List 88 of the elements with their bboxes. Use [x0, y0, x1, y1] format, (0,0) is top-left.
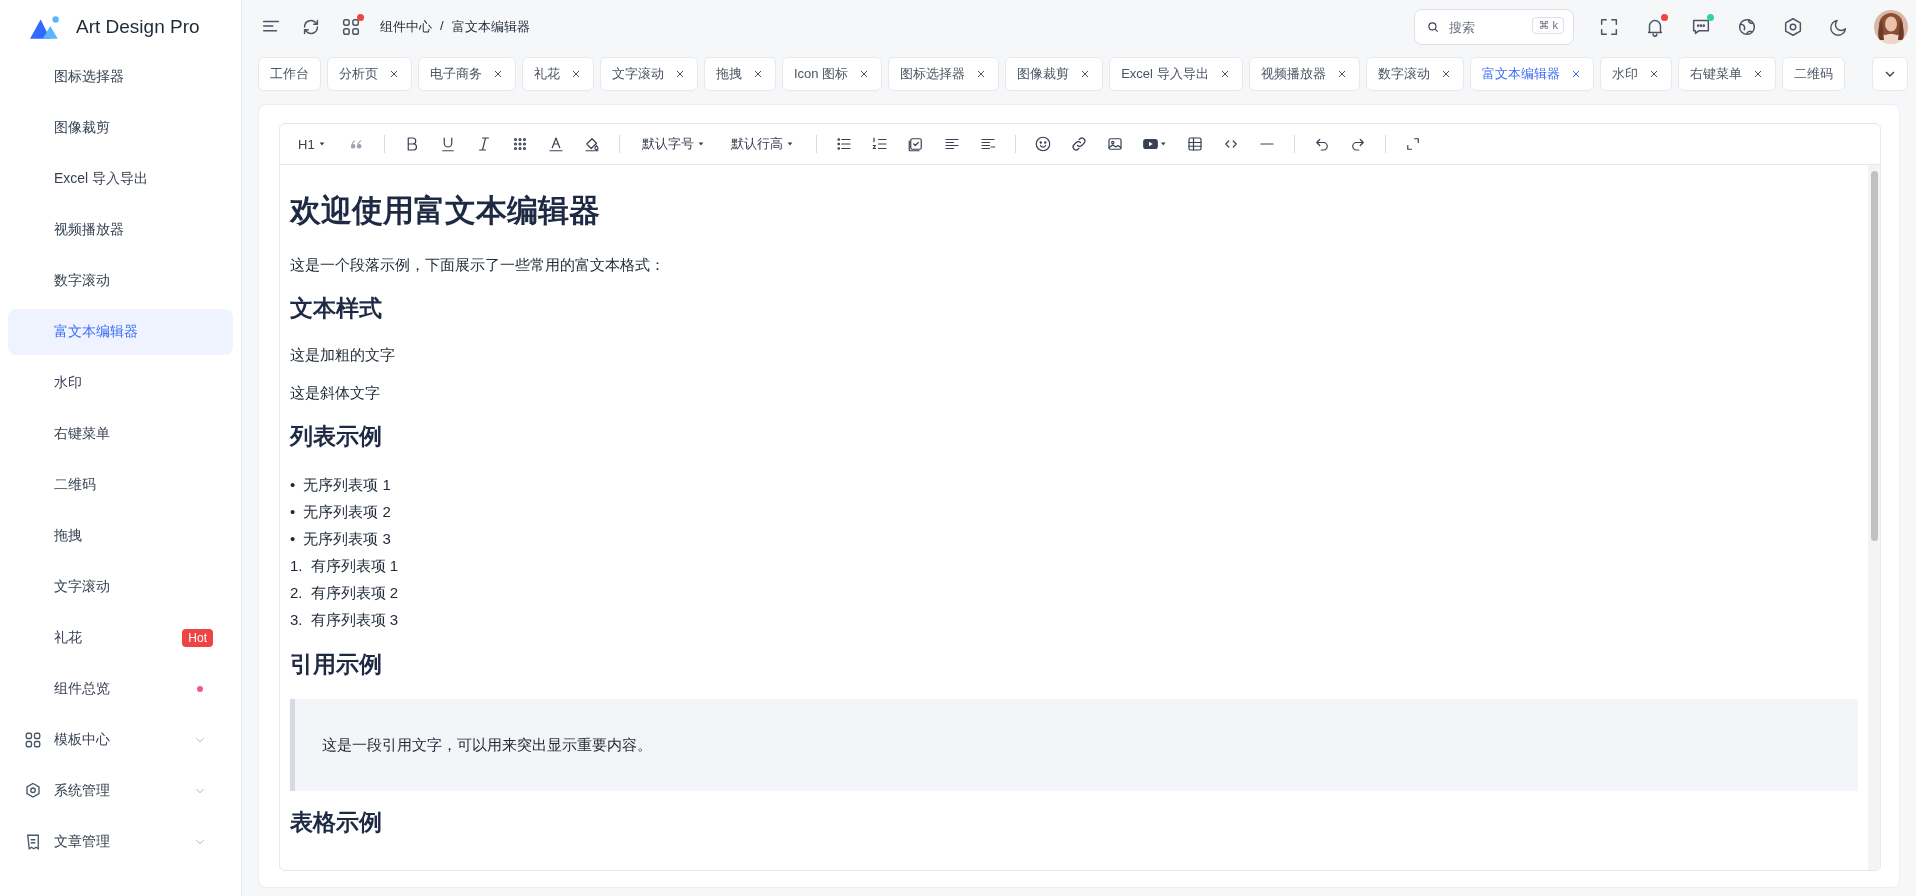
- close-icon[interactable]: [752, 68, 764, 80]
- list-item: 无序列表项 2: [303, 502, 391, 522]
- image-icon[interactable]: [1105, 135, 1124, 153]
- heading: 欢迎使用富文本编辑器: [290, 192, 601, 230]
- close-icon[interactable]: [388, 68, 400, 80]
- checklist-icon[interactable]: [906, 135, 925, 153]
- caret-icon: [696, 140, 705, 148]
- close-icon[interactable]: [492, 68, 504, 80]
- caret-icon: [785, 140, 794, 148]
- breadcrumb-separator: /: [440, 18, 444, 35]
- shortcut-key: ⌘ k: [1532, 17, 1564, 34]
- tab[interactable]: 礼花: [522, 57, 594, 91]
- list-item: 有序列表项 3: [310, 610, 399, 630]
- sidebar-item[interactable]: 礼花 Hot: [8, 615, 233, 661]
- tab[interactable]: Excel 导入导出: [1109, 57, 1243, 91]
- list-item: 有序列表项 1: [310, 556, 399, 576]
- link-icon[interactable]: [1069, 135, 1088, 153]
- heading: 引用示例: [290, 650, 383, 679]
- paragraph: 这是加粗的文字: [290, 345, 396, 365]
- sidebar-item[interactable]: 图像裁剪: [8, 105, 233, 151]
- sidebar-item[interactable]: 文字滚动: [8, 564, 233, 610]
- list-marker: 2.: [290, 583, 303, 603]
- scrollbar-thumb[interactable]: [1870, 171, 1878, 541]
- list-marker: •: [290, 502, 296, 522]
- quote-text: 这是一段引用文字，可以用来突出显示重要内容。: [322, 735, 652, 755]
- caret-icon: [317, 140, 326, 148]
- tab[interactable]: 二维码: [1781, 57, 1845, 91]
- heading: 表格示例: [290, 808, 383, 837]
- app-title: Art Design Pro: [76, 16, 200, 38]
- sidebar-item[interactable]: 图标选择器: [8, 54, 233, 100]
- list-marker: •: [290, 475, 296, 495]
- list-item: 有序列表项 2: [310, 583, 399, 603]
- sidebar-group[interactable]: 文章管理: [8, 819, 233, 865]
- tab[interactable]: 数字滚动: [1365, 57, 1464, 91]
- paragraph: 这是斜体文字: [290, 383, 381, 403]
- table-icon[interactable]: [1185, 135, 1204, 153]
- settings-icon[interactable]: [1782, 16, 1804, 38]
- globe-icon[interactable]: [1736, 16, 1758, 38]
- hot-badge: Hot: [182, 629, 213, 647]
- tab[interactable]: 拖拽: [704, 57, 776, 91]
- tab[interactable]: 电子商务: [418, 57, 516, 91]
- sidebar-item[interactable]: Excel 导入导出: [8, 156, 233, 202]
- tab[interactable]: Icon 图标: [782, 57, 883, 91]
- tab[interactable]: 右键菜单: [1677, 57, 1776, 91]
- gear-icon: [24, 782, 42, 800]
- breadcrumb-item[interactable]: 富文本编辑器: [451, 18, 530, 36]
- list-marker: •: [290, 529, 296, 549]
- heading: 列表示例: [290, 422, 383, 451]
- line-height-dropdown[interactable]: 默认行高: [726, 135, 798, 153]
- bullet-list-icon[interactable]: [834, 135, 853, 153]
- sidebar-item[interactable]: 右键菜单: [8, 411, 233, 457]
- tab[interactable]: 富文本编辑器: [1469, 57, 1594, 91]
- close-icon[interactable]: [674, 68, 686, 80]
- sidebar-item[interactable]: 水印: [8, 360, 233, 406]
- sidebar-item[interactable]: 视频播放器: [8, 207, 233, 253]
- sidebar-group[interactable]: 系统管理: [8, 768, 233, 814]
- sidebar-item[interactable]: 组件总览: [8, 666, 233, 712]
- tab[interactable]: 视频播放器: [1248, 57, 1360, 91]
- tab[interactable]: 图像裁剪: [1005, 57, 1104, 91]
- heading-dropdown[interactable]: H1: [294, 136, 330, 152]
- sidebar-item[interactable]: 富文本编辑器: [8, 309, 233, 355]
- paragraph: 这是一个段落示例，下面展示了一些常用的富文本格式：: [290, 255, 666, 275]
- fullscreen-icon[interactable]: [1598, 16, 1620, 38]
- font-color-icon[interactable]: [546, 135, 565, 153]
- fill-color-icon[interactable]: [582, 135, 601, 153]
- grid-icon: [24, 731, 42, 749]
- sidebar-item[interactable]: 拖拽: [8, 513, 233, 559]
- sidebar-group[interactable]: 模板中心: [8, 717, 233, 763]
- list-marker: 3.: [290, 610, 303, 630]
- tab[interactable]: 图标选择器: [888, 57, 1000, 91]
- logo-icon: [30, 15, 62, 39]
- list-marker: 1.: [290, 556, 303, 576]
- heading: 文本样式: [290, 294, 383, 323]
- tab[interactable]: 分析页: [327, 57, 412, 91]
- search-icon: [1426, 20, 1440, 34]
- emoji-icon[interactable]: [1033, 135, 1052, 153]
- font-size-dropdown[interactable]: 默认字号: [637, 135, 709, 153]
- sidebar-item[interactable]: 二维码: [8, 462, 233, 508]
- breadcrumb-item[interactable]: 组件中心: [380, 18, 432, 36]
- list-item: 无序列表项 3: [303, 529, 391, 549]
- tab[interactable]: 文字滚动: [600, 57, 698, 91]
- close-icon[interactable]: [570, 68, 582, 80]
- sidebar-item[interactable]: 数字滚动: [8, 258, 233, 304]
- tab[interactable]: 工作台: [258, 57, 321, 91]
- document-icon: [24, 833, 42, 851]
- list-item: 无序列表项 1: [303, 475, 391, 495]
- apps-icon[interactable]: [340, 16, 362, 38]
- tab[interactable]: 水印: [1599, 57, 1672, 91]
